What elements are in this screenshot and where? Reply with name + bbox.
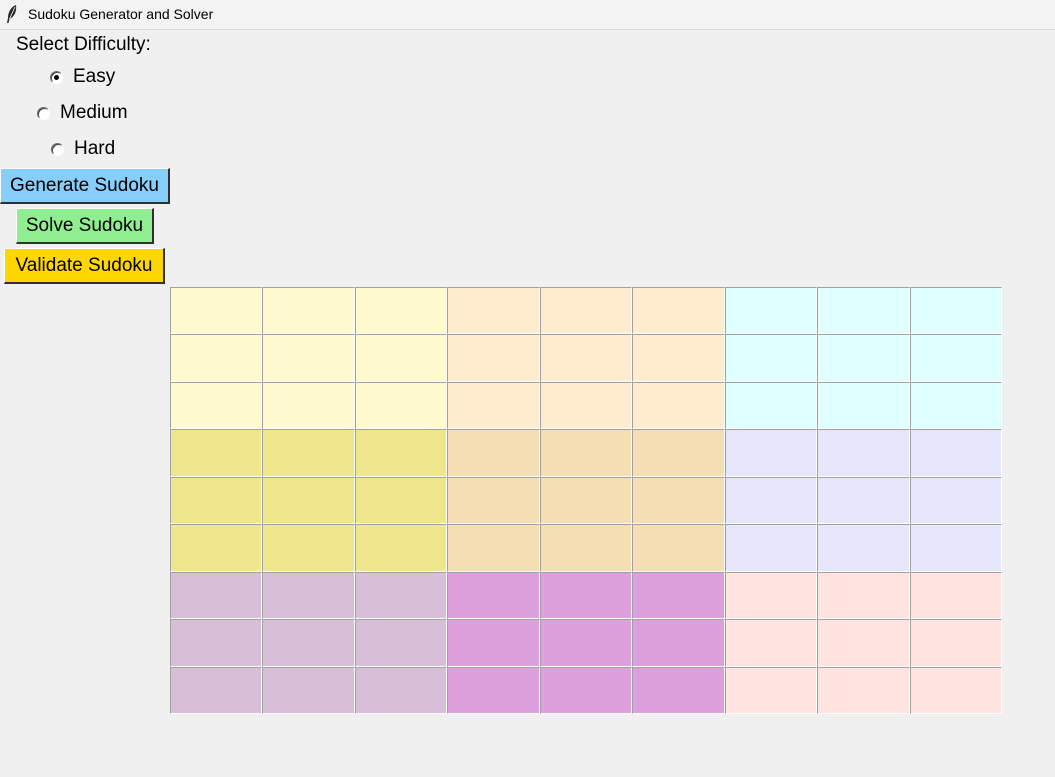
sudoku-cell[interactable] bbox=[632, 619, 725, 667]
sudoku-cell[interactable] bbox=[539, 524, 633, 572]
sudoku-cell[interactable] bbox=[354, 381, 448, 430]
validate-sudoku-button[interactable]: Validate Sudoku bbox=[4, 248, 165, 284]
sudoku-cell[interactable] bbox=[447, 666, 540, 714]
sudoku-cell[interactable] bbox=[632, 666, 725, 714]
sudoku-cell[interactable] bbox=[724, 666, 818, 714]
sudoku-cell[interactable] bbox=[724, 571, 818, 620]
sudoku-cell[interactable] bbox=[909, 619, 1002, 667]
radio-selected-dot bbox=[54, 74, 59, 80]
feather-icon bbox=[7, 5, 17, 23]
sudoku-cell[interactable] bbox=[354, 571, 448, 620]
sudoku-cell[interactable] bbox=[354, 666, 448, 714]
sudoku-cell[interactable] bbox=[170, 476, 263, 525]
difficulty-label: Select Difficulty: bbox=[16, 34, 151, 55]
sudoku-cell[interactable] bbox=[354, 334, 448, 382]
radio-easy-indicator[interactable] bbox=[50, 70, 63, 84]
sudoku-cell[interactable] bbox=[262, 666, 355, 714]
sudoku-cell[interactable] bbox=[447, 381, 540, 430]
sudoku-cell[interactable] bbox=[632, 381, 725, 430]
sudoku-cell[interactable] bbox=[262, 571, 355, 620]
sudoku-cell[interactable] bbox=[539, 619, 633, 667]
sudoku-cell[interactable] bbox=[539, 429, 633, 477]
sudoku-cell[interactable] bbox=[262, 381, 355, 430]
sudoku-cell[interactable] bbox=[354, 287, 448, 335]
sudoku-cell[interactable] bbox=[909, 287, 1002, 335]
sudoku-cell[interactable] bbox=[909, 524, 1002, 572]
sudoku-cell[interactable] bbox=[262, 619, 355, 667]
radio-hard-indicator[interactable] bbox=[51, 142, 64, 156]
sudoku-cell[interactable] bbox=[447, 619, 540, 667]
sudoku-cell[interactable] bbox=[262, 524, 355, 572]
sudoku-cell[interactable] bbox=[909, 334, 1002, 382]
sudoku-cell[interactable] bbox=[632, 429, 725, 477]
sudoku-cell[interactable] bbox=[447, 334, 540, 382]
sudoku-cell[interactable] bbox=[817, 571, 910, 620]
sudoku-cell[interactable] bbox=[817, 381, 910, 430]
sudoku-cell[interactable] bbox=[447, 524, 540, 572]
sudoku-cell[interactable] bbox=[170, 524, 263, 572]
radio-easy-label: Easy bbox=[73, 66, 116, 87]
sudoku-cell[interactable] bbox=[262, 287, 355, 335]
sudoku-cell[interactable] bbox=[909, 476, 1002, 525]
sudoku-cell[interactable] bbox=[632, 476, 725, 525]
sudoku-cell[interactable] bbox=[724, 429, 818, 477]
radio-hard[interactable]: Hard bbox=[51, 136, 115, 162]
sudoku-cell[interactable] bbox=[262, 476, 355, 525]
sudoku-cell[interactable] bbox=[354, 429, 448, 477]
sudoku-cell[interactable] bbox=[170, 666, 263, 714]
sudoku-cell[interactable] bbox=[447, 571, 540, 620]
sudoku-cell[interactable] bbox=[262, 429, 355, 477]
window-title: Sudoku Generator and Solver bbox=[28, 6, 214, 22]
sudoku-cell[interactable] bbox=[724, 524, 818, 572]
sudoku-cell[interactable] bbox=[447, 287, 540, 335]
sudoku-cell[interactable] bbox=[170, 287, 263, 335]
sudoku-cell[interactable] bbox=[909, 571, 1002, 620]
sudoku-cell[interactable] bbox=[447, 476, 540, 525]
sudoku-cell[interactable] bbox=[817, 429, 910, 477]
title-bar: Sudoku Generator and Solver bbox=[0, 0, 1055, 30]
sudoku-cell[interactable] bbox=[817, 619, 910, 667]
sudoku-cell[interactable] bbox=[539, 287, 633, 335]
radio-medium-indicator[interactable] bbox=[37, 106, 50, 120]
sudoku-cell[interactable] bbox=[632, 524, 725, 572]
sudoku-cell[interactable] bbox=[632, 287, 725, 335]
sudoku-cell[interactable] bbox=[354, 476, 448, 525]
sudoku-cell[interactable] bbox=[909, 381, 1002, 430]
radio-easy[interactable]: Easy bbox=[50, 64, 115, 90]
sudoku-cell[interactable] bbox=[170, 619, 263, 667]
sudoku-cell[interactable] bbox=[817, 334, 910, 382]
radio-medium-label: Medium bbox=[60, 102, 128, 123]
radio-hard-label: Hard bbox=[74, 138, 116, 159]
sudoku-cell[interactable] bbox=[354, 524, 448, 572]
radio-medium[interactable]: Medium bbox=[37, 100, 128, 126]
sudoku-cell[interactable] bbox=[724, 619, 818, 667]
sudoku-cell[interactable] bbox=[724, 334, 818, 382]
sudoku-cell[interactable] bbox=[724, 381, 818, 430]
sudoku-cell[interactable] bbox=[539, 334, 633, 382]
sudoku-cell[interactable] bbox=[170, 571, 263, 620]
sudoku-cell[interactable] bbox=[539, 381, 633, 430]
sudoku-cell[interactable] bbox=[724, 476, 818, 525]
sudoku-cell[interactable] bbox=[170, 429, 263, 477]
sudoku-cell[interactable] bbox=[539, 571, 633, 620]
sudoku-cell[interactable] bbox=[170, 381, 263, 430]
sudoku-cell[interactable] bbox=[539, 666, 633, 714]
sudoku-cell[interactable] bbox=[817, 524, 910, 572]
sudoku-cell[interactable] bbox=[632, 571, 725, 620]
sudoku-cell[interactable] bbox=[262, 334, 355, 382]
generate-sudoku-button[interactable]: Generate Sudoku bbox=[0, 168, 170, 204]
sudoku-cell[interactable] bbox=[817, 666, 910, 714]
sudoku-cell[interactable] bbox=[170, 334, 263, 382]
solve-sudoku-button[interactable]: Solve Sudoku bbox=[16, 208, 154, 244]
sudoku-cell[interactable] bbox=[724, 287, 818, 335]
sudoku-cell[interactable] bbox=[632, 334, 725, 382]
sudoku-cell[interactable] bbox=[817, 476, 910, 525]
sudoku-cell[interactable] bbox=[447, 429, 540, 477]
sudoku-cell[interactable] bbox=[539, 476, 633, 525]
sudoku-cell[interactable] bbox=[817, 287, 910, 335]
sudoku-cell[interactable] bbox=[909, 666, 1002, 714]
sudoku-grid bbox=[170, 287, 1002, 714]
sudoku-cell[interactable] bbox=[909, 429, 1002, 477]
sudoku-cell[interactable] bbox=[354, 619, 448, 667]
